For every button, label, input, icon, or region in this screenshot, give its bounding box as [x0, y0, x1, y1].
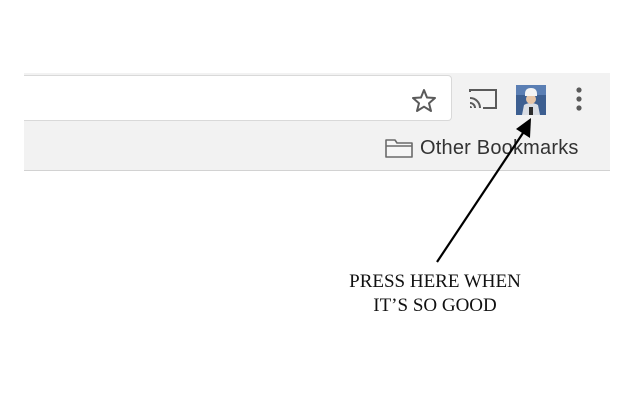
annotation-line-2: IT’S SO GOOD — [373, 295, 497, 316]
bookmark-folder-label: Other Bookmarks — [420, 136, 579, 159]
bookmark-folder-other[interactable]: Other Bookmarks — [384, 135, 579, 161]
annotation-line-1: PRESS HERE WHEN — [349, 271, 521, 292]
address-bar[interactable] — [24, 75, 452, 121]
bookmarks-bar: Other Bookmarks — [24, 125, 610, 171]
browser-toolbar — [24, 73, 610, 125]
annotation-arrow — [436, 118, 531, 263]
avatar[interactable] — [516, 85, 546, 115]
annotation-text: PRESS HERE WHEN IT’S SO GOOD — [300, 270, 570, 318]
star-icon[interactable] — [411, 88, 437, 112]
folder-icon — [385, 139, 413, 158]
more-menu-icon[interactable] — [572, 84, 586, 114]
cast-icon[interactable] — [467, 87, 499, 111]
